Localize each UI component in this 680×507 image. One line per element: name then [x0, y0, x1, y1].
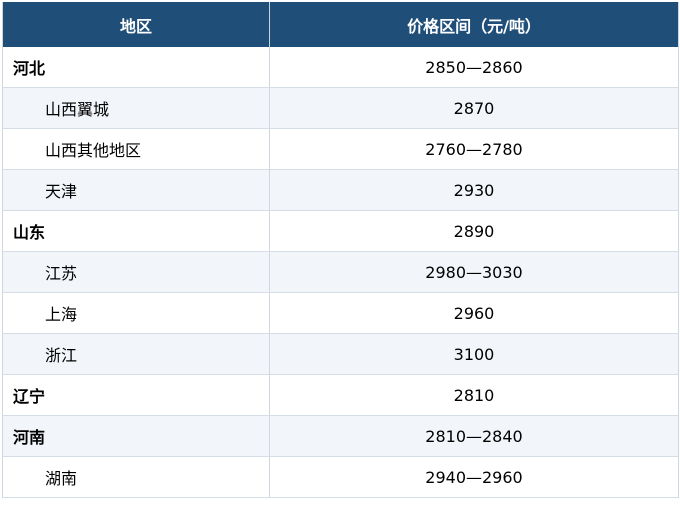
price-table-container: 地区 价格区间（元/吨） 河北 2850—2860 山西翼城 2870 山西其他地区…: [2, 2, 679, 498]
region-cell: 河北: [2, 47, 270, 88]
table-row: 上海 2960: [2, 292, 679, 334]
table-row: 浙江 3100: [2, 333, 679, 375]
price-cell: 2810—2840: [269, 415, 679, 457]
table-row: 河北 2850—2860: [2, 47, 679, 88]
price-cell: 2870: [269, 87, 679, 129]
price-cell: 2960: [269, 292, 679, 334]
table-row: 山东 2890: [2, 210, 679, 252]
table-row: 江苏 2980—3030: [2, 251, 679, 293]
price-cell: 2940—2960: [269, 456, 679, 498]
price-cell: 2930: [269, 169, 679, 211]
region-cell: 上海: [2, 292, 270, 334]
column-header-price-range: 价格区间（元/吨）: [269, 2, 679, 47]
region-cell: 天津: [2, 169, 270, 211]
price-table: 地区 价格区间（元/吨） 河北 2850—2860 山西翼城 2870 山西其他地区…: [2, 2, 679, 498]
price-cell: 2980—3030: [269, 251, 679, 293]
table-row: 山西翼城 2870: [2, 87, 679, 129]
region-cell: 山西其他地区: [2, 128, 270, 170]
table-row: 湖南 2940—2960: [2, 456, 679, 498]
price-cell: 2810: [269, 374, 679, 416]
price-cell: 2760—2780: [269, 128, 679, 170]
region-cell: 江苏: [2, 251, 270, 293]
region-cell: 浙江: [2, 333, 270, 375]
region-cell: 河南: [2, 415, 270, 457]
price-cell: 2850—2860: [269, 47, 679, 88]
column-header-region: 地区: [2, 2, 270, 47]
region-cell: 山西翼城: [2, 87, 270, 129]
table-row: 辽宁 2810: [2, 374, 679, 416]
table-body: 河北 2850—2860 山西翼城 2870 山西其他地区 2760—2780 天津 2…: [2, 47, 679, 498]
table-row: 河南 2810—2840: [2, 415, 679, 457]
table-header: 地区 价格区间（元/吨）: [2, 2, 679, 47]
table-row: 天津 2930: [2, 169, 679, 211]
price-cell: 3100: [269, 333, 679, 375]
region-cell: 辽宁: [2, 374, 270, 416]
table-row: 山西其他地区 2760—2780: [2, 128, 679, 170]
header-row: 地区 价格区间（元/吨）: [2, 2, 679, 47]
region-cell: 山东: [2, 210, 270, 252]
region-cell: 湖南: [2, 456, 270, 498]
price-cell: 2890: [269, 210, 679, 252]
